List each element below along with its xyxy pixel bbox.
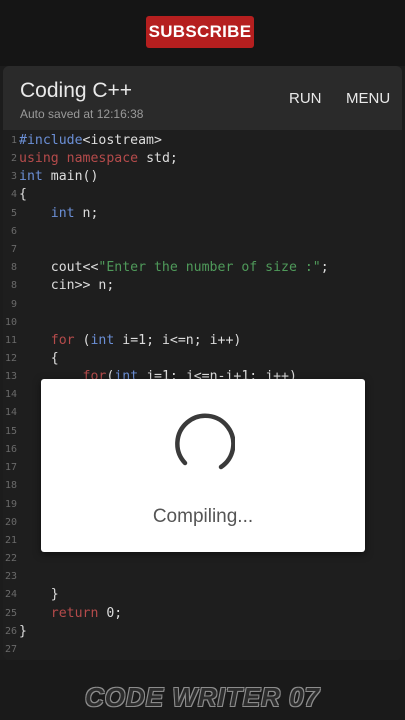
code-line[interactable]: 4{ [3,186,402,204]
line-number: 27 [4,644,17,655]
code-line[interactable]: 1 #include<iostream> [3,132,402,150]
channel-watermark: CODE WRITER 07 [84,682,321,712]
code-token: main() [42,169,99,184]
line-code: for (int i=1; i<=n; i++) [19,332,242,350]
code-token: } [19,587,59,602]
compiling-dialog: Compiling... [41,379,365,552]
code-token: "Enter the number of size :" [98,260,321,275]
app-title: Coding C++ [20,79,133,102]
code-line[interactable]: 26} [3,623,402,641]
line-code: { [19,350,59,368]
line-code: int n; [19,205,99,223]
code-token: cout<< [19,260,99,275]
code-token: int [90,333,115,348]
code-line[interactable]: 22 [3,550,402,568]
line-number: 12 [4,353,17,364]
code-token: 0; [98,606,123,621]
code-token: cin>> n; [19,278,115,293]
code-token: #include [19,133,83,148]
line-number: 2 [10,153,17,164]
line-code: cin>> n; [19,277,115,295]
code-line[interactable]: 12 { [3,350,402,368]
code-token: } [19,624,27,639]
code-line[interactable]: 6 [3,223,402,241]
line-number: 6 [10,226,17,237]
code-token: namespace [66,151,139,166]
code-token: using [19,151,59,166]
line-number: 14 [4,389,17,400]
line-number: 8 [10,280,17,291]
code-line[interactable]: 25 return 0; [3,605,402,623]
line-number: 11 [4,335,17,346]
code-line[interactable]: 3 int main() [3,168,402,186]
code-token: return [50,606,99,621]
code-token: { [19,187,27,202]
line-number: 17 [4,462,17,473]
line-number: 26 [4,626,17,637]
code-line[interactable]: 2 using namespace std; [3,150,402,168]
code-token: { [19,351,59,366]
app-toolbar: Coding C++ Auto saved at 12:16:38 RUN ME… [3,66,402,130]
line-code: } [19,586,59,604]
line-number: 8 [10,262,17,273]
code-line[interactable]: 23 [3,568,402,586]
line-number: 10 [4,317,17,328]
code-line[interactable]: 8 cin>> n; [3,277,402,295]
line-number: 23 [4,571,17,582]
line-number: 20 [4,517,17,528]
line-number: 15 [4,426,17,437]
line-number: 7 [10,244,17,255]
code-line[interactable]: 27 [3,641,402,659]
code-token: ; [320,260,329,275]
code-line[interactable]: 10 [3,314,402,332]
compiling-message: Compiling... [152,506,254,527]
code-editor-app: Coding C++ Auto saved at 12:16:38 RUN ME… [3,66,402,660]
line-number: 16 [4,444,17,455]
line-number: 13 [4,371,17,382]
code-line[interactable]: 5 int n; [3,205,402,223]
line-number: 25 [4,608,17,619]
line-code: int main() [19,168,98,186]
line-number: 3 [10,171,17,182]
code-line[interactable]: 7 [3,241,402,259]
code-token: i=1; i<=n; i++) [114,333,242,348]
code-token: ( [74,333,91,348]
code-token: for [50,333,75,348]
line-number: 18 [4,480,17,491]
line-number: 4 [10,189,17,200]
line-number: 24 [4,589,17,600]
line-code: cout<<"Enter the number of size :"; [19,259,329,277]
line-number: 14 [4,407,17,418]
line-code: #include<iostream> [19,132,162,150]
code-token: <iostream> [82,133,162,148]
subscribe-button[interactable]: SUBSCRIBE [146,16,254,48]
line-code: return 0; [19,605,122,623]
line-number: 5 [10,208,17,219]
code-line[interactable]: 24 } [3,586,402,604]
code-token: std; [138,151,178,166]
code-token: n; [74,206,99,221]
autosave-status: Auto saved at 12:16:38 [20,107,144,121]
line-number: 19 [4,499,17,510]
loading-spinner-icon [175,413,235,470]
run-button[interactable]: RUN [289,90,322,107]
menu-button[interactable]: MENU [346,90,390,107]
code-line[interactable]: 8 cout<<"Enter the number of size :"; [3,259,402,277]
line-code: using namespace std; [19,150,178,168]
line-number: 9 [10,299,17,310]
code-token: int [50,206,75,221]
line-number: 22 [4,553,17,564]
line-code: { [19,186,27,204]
line-number: 21 [4,535,17,546]
line-number: 1 [10,135,17,146]
line-code: } [19,623,27,641]
code-line[interactable]: 11 for (int i=1; i<=n; i++) [3,332,402,350]
code-token: int [19,169,43,184]
code-line[interactable]: 9 [3,296,402,314]
